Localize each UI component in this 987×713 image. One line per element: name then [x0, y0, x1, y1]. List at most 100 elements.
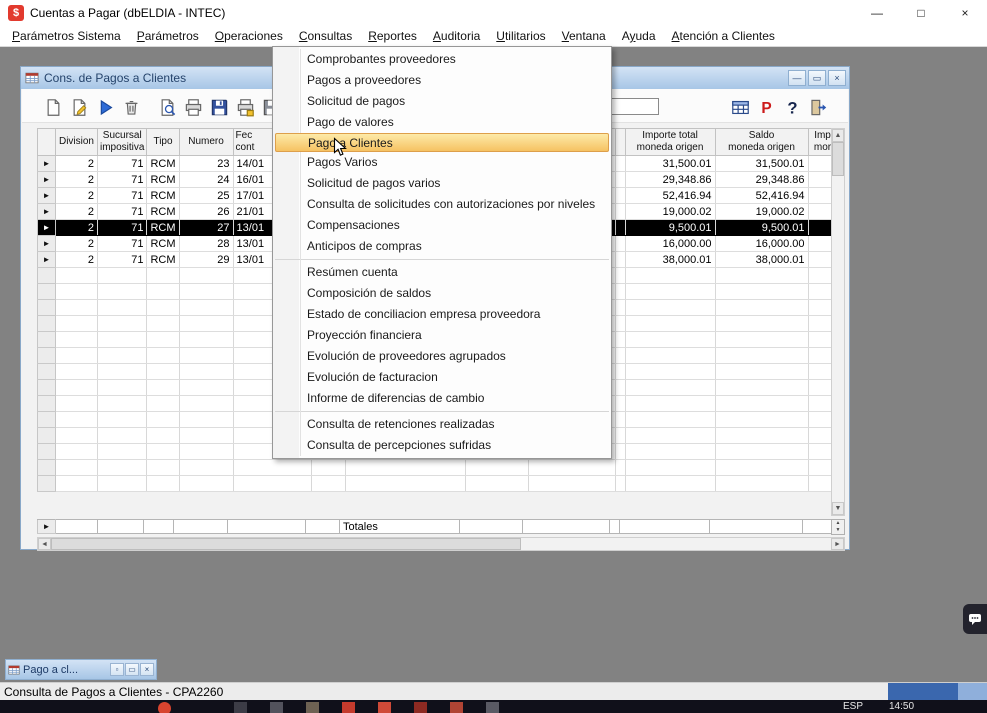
cell-numero[interactable]: 27 — [179, 220, 233, 236]
cell-c8[interactable] — [345, 476, 465, 492]
cell-sucursal[interactable]: 71 — [98, 204, 147, 220]
cell-division[interactable] — [56, 428, 98, 444]
cell-numero[interactable] — [179, 396, 233, 412]
column-header-sucursal[interactable]: Sucursalimpositiva — [98, 129, 147, 156]
cell-division[interactable] — [56, 348, 98, 364]
cell-tipo[interactable]: RCM — [147, 252, 179, 268]
column-header-division[interactable]: Division — [56, 129, 98, 156]
menubar-item-ayuda[interactable]: Ayuda — [614, 27, 664, 45]
cell-division[interactable] — [56, 460, 98, 476]
cell-importe[interactable] — [625, 444, 715, 460]
cell-ind[interactable] — [38, 428, 56, 444]
cell-ind[interactable] — [38, 284, 56, 300]
cell-saldo[interactable] — [715, 476, 808, 492]
scroll-left-icon[interactable]: ◄ — [38, 538, 51, 550]
menubar-item-atencion-a-clientes[interactable]: Atención a Clientes — [664, 27, 783, 45]
menu-item-solicitud-de-pagos-varios[interactable]: Solicitud de pagos varios — [273, 173, 611, 194]
cell-c11[interactable] — [615, 204, 625, 220]
cell-saldo[interactable] — [715, 380, 808, 396]
cell-division[interactable]: 2 — [56, 236, 98, 252]
horizontal-scrollbar[interactable]: ◄ ► — [37, 537, 845, 551]
cell-numero[interactable] — [179, 364, 233, 380]
hscroll-thumb[interactable] — [51, 538, 521, 550]
cell-sucursal[interactable]: 71 — [98, 188, 147, 204]
cell-sucursal[interactable] — [98, 380, 147, 396]
cell-importe[interactable] — [625, 412, 715, 428]
cell-ind[interactable] — [38, 444, 56, 460]
cell-saldo[interactable] — [715, 316, 808, 332]
column-header-tipo[interactable]: Tipo — [147, 129, 179, 156]
taskbar-app-icon[interactable] — [270, 702, 283, 713]
cell-importe[interactable] — [625, 300, 715, 316]
language-indicator[interactable]: ESP — [843, 701, 863, 712]
cell-c11[interactable] — [615, 220, 625, 236]
cell-c11[interactable] — [615, 284, 625, 300]
cell-ind[interactable] — [38, 332, 56, 348]
cell-importe[interactable]: 16,000.00 — [625, 236, 715, 252]
cell-saldo[interactable] — [715, 332, 808, 348]
cell-division[interactable] — [56, 412, 98, 428]
menubar-item-operaciones[interactable]: Operaciones — [207, 27, 291, 45]
cell-saldo[interactable] — [715, 364, 808, 380]
cell-numero[interactable] — [179, 348, 233, 364]
menu-item-consulta-de-retenciones-realizadas[interactable]: Consulta de retenciones realizadas — [273, 414, 611, 435]
cell-numero[interactable]: 23 — [179, 156, 233, 172]
column-header-importe[interactable]: Importe totalmoneda origen — [625, 129, 715, 156]
cell-c11[interactable] — [615, 156, 625, 172]
cell-sucursal[interactable] — [98, 268, 147, 284]
menubar-item-parametros-sistema[interactable]: Parámetros Sistema — [4, 27, 129, 45]
cell-numero[interactable]: 24 — [179, 172, 233, 188]
cell-importe[interactable] — [625, 348, 715, 364]
cell-c7[interactable] — [311, 476, 345, 492]
cell-numero[interactable] — [179, 476, 233, 492]
maximize-button[interactable]: □ — [899, 0, 943, 26]
cell-sucursal[interactable]: 71 — [98, 236, 147, 252]
cell-ind[interactable] — [38, 364, 56, 380]
menu-item-compensaciones[interactable]: Compensaciones — [273, 215, 611, 236]
cell-c11[interactable] — [615, 396, 625, 412]
taskbar-app-icon[interactable] — [342, 702, 355, 713]
cell-sucursal[interactable] — [98, 348, 147, 364]
cell-tipo[interactable]: RCM — [147, 236, 179, 252]
minimize-button[interactable]: — — [855, 0, 899, 26]
print-icon[interactable] — [181, 95, 205, 119]
cell-sucursal[interactable] — [98, 300, 147, 316]
properties-icon[interactable]: P — [754, 95, 778, 119]
cell-tipo[interactable]: RCM — [147, 220, 179, 236]
cell-division[interactable] — [56, 476, 98, 492]
child-minimize-button[interactable]: — — [788, 70, 806, 86]
cell-c11[interactable] — [615, 476, 625, 492]
cell-ind[interactable] — [38, 268, 56, 284]
cell-importe[interactable] — [625, 364, 715, 380]
cell-division[interactable]: 2 — [56, 188, 98, 204]
menu-item-evolucion-de-facturacion[interactable]: Evolución de facturacion — [273, 367, 611, 388]
cell-saldo[interactable]: 31,500.01 — [715, 156, 808, 172]
menu-item-evolucion-de-proveedores-agrupados[interactable]: Evolución de proveedores agrupados — [273, 346, 611, 367]
minimized-window-pago[interactable]: Pago a cl... ▫▭× — [5, 659, 157, 680]
cell-tipo[interactable]: RCM — [147, 172, 179, 188]
menu-item-pago-a-clientes[interactable]: Pago a Clientes — [275, 133, 609, 152]
menubar-item-consultas[interactable]: Consultas — [291, 27, 360, 45]
cell-c7[interactable] — [311, 460, 345, 476]
cell-importe[interactable] — [625, 268, 715, 284]
vscroll-thumb[interactable] — [832, 142, 844, 176]
cell-division[interactable] — [56, 332, 98, 348]
cell-division[interactable] — [56, 300, 98, 316]
cell-sucursal[interactable]: 71 — [98, 172, 147, 188]
cell-saldo[interactable]: 19,000.02 — [715, 204, 808, 220]
cell-division[interactable] — [56, 444, 98, 460]
cell-importe[interactable]: 31,500.01 — [625, 156, 715, 172]
cell-numero[interactable] — [179, 428, 233, 444]
cell-numero[interactable] — [179, 284, 233, 300]
cell-saldo[interactable]: 9,500.01 — [715, 220, 808, 236]
cell-numero[interactable] — [179, 380, 233, 396]
scroll-up-icon[interactable]: ▲ — [832, 129, 844, 142]
child-maximize-button[interactable]: ▭ — [808, 70, 826, 86]
chat-overlay-button[interactable] — [963, 604, 987, 634]
cell-saldo[interactable]: 29,348.86 — [715, 172, 808, 188]
min-restore-button[interactable]: ▫ — [110, 663, 124, 676]
close-button[interactable]: × — [943, 0, 987, 26]
cell-ind[interactable]: ► — [38, 156, 56, 172]
cell-c11[interactable] — [615, 332, 625, 348]
cell-importe[interactable]: 19,000.02 — [625, 204, 715, 220]
